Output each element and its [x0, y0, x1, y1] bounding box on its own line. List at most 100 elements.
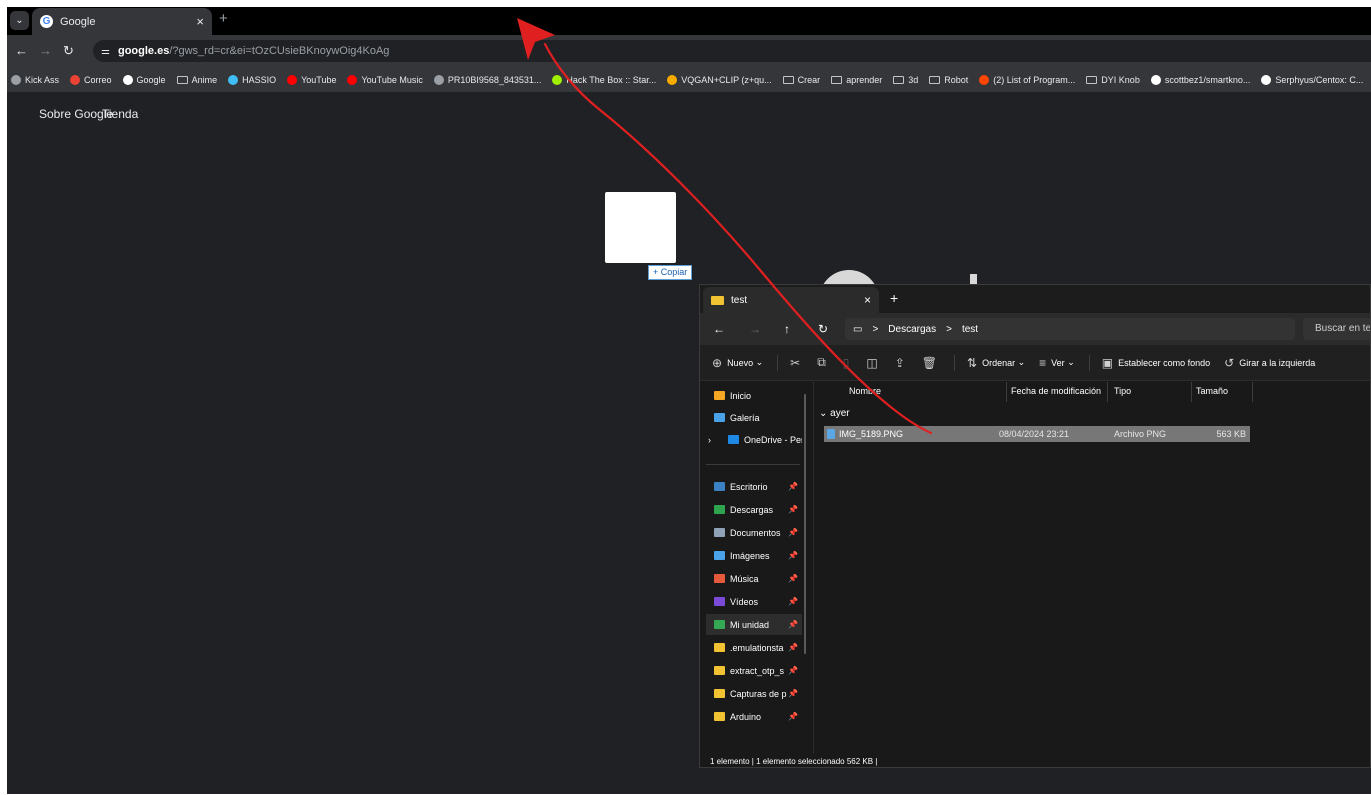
- column-header-type[interactable]: Tipo: [1114, 386, 1131, 396]
- bookmark-item[interactable]: DYI Knob: [1086, 75, 1140, 85]
- copy-icon[interactable]: ⧉: [817, 355, 826, 370]
- expand-chevron-icon[interactable]: ›: [708, 435, 711, 445]
- back-arrow-icon[interactable]: ←: [713, 322, 725, 336]
- nav-item[interactable]: › OneDrive - Perso: [706, 429, 802, 450]
- bookmark-item[interactable]: YouTube Music: [347, 75, 423, 85]
- pin-icon: 📌: [788, 666, 798, 675]
- column-divider[interactable]: [1191, 382, 1192, 402]
- forward-arrow-icon[interactable]: →: [39, 43, 52, 58]
- store-link[interactable]: Tienda: [102, 107, 138, 121]
- path-segment-test[interactable]: test: [962, 324, 978, 335]
- rotate-left-icon: ↺: [1224, 355, 1235, 370]
- bookmark-item[interactable]: Google: [122, 75, 166, 85]
- address-bar[interactable]: ⚌ google.es /?gws_rd=cr&ei=tOzCUsieBKnoy…: [93, 40, 1371, 62]
- view-button[interactable]: ≡ Ver ⌄: [1039, 356, 1075, 370]
- view-icon: ≡: [1039, 355, 1047, 370]
- new-tab-button[interactable]: +: [219, 10, 228, 27]
- nav-item[interactable]: .emulationsta 📌: [706, 637, 802, 658]
- bookmark-item[interactable]: Anime: [176, 75, 217, 85]
- nav-item[interactable]: Inicio: [706, 385, 802, 406]
- sort-button[interactable]: ⇅ Ordenar ⌄: [967, 356, 1025, 370]
- back-arrow-icon[interactable]: ←: [15, 43, 28, 58]
- tab-search-button[interactable]: ⌄: [10, 11, 29, 30]
- pin-icon: 📌: [788, 482, 798, 491]
- bookmark-item[interactable]: Crear: [782, 75, 820, 85]
- bookmark-item[interactable]: Correo: [70, 75, 112, 85]
- pin-icon: 📌: [788, 574, 798, 583]
- new-tab-button[interactable]: +: [890, 290, 898, 306]
- file-row[interactable]: IMG_5189.PNG 08/04/2024 23:21 Archivo PN…: [824, 426, 1250, 442]
- hackthebox-icon: [552, 75, 563, 85]
- nav-item[interactable]: Vídeos 📌: [706, 591, 802, 612]
- rename-icon[interactable]: ◫: [866, 356, 877, 370]
- folder-icon: [176, 76, 188, 84]
- nav-item-icon: [714, 666, 725, 675]
- bookmark-label: aprender: [846, 75, 883, 85]
- paste-icon[interactable]: ▯: [843, 356, 850, 370]
- delete-icon[interactable]: 🗑: [922, 356, 937, 370]
- explorer-tab-title: test: [731, 294, 748, 306]
- bookmark-item[interactable]: HASSIO: [228, 75, 276, 85]
- column-divider[interactable]: [1252, 382, 1253, 402]
- site-info-icon[interactable]: ⚌: [101, 46, 110, 57]
- bookmark-item[interactable]: VQGAN+CLIP (z+qu...: [667, 75, 772, 85]
- explorer-tab-test[interactable]: test ×: [703, 287, 879, 313]
- nav-item-label: Galería: [730, 412, 760, 423]
- bookmark-item[interactable]: Serphyus/Centox: C...: [1261, 75, 1363, 85]
- nav-item[interactable]: Arduino 📌: [706, 706, 802, 727]
- folder-icon: [711, 295, 724, 305]
- bookmark-label: Robot: [944, 75, 969, 85]
- nav-item[interactable]: Mi unidad 📌: [706, 614, 802, 635]
- close-tab-icon[interactable]: ×: [196, 14, 204, 29]
- nav-item[interactable]: Galería: [706, 407, 802, 428]
- reload-icon[interactable]: ↻: [63, 43, 74, 59]
- rotate-left-button[interactable]: ↺ Girar a la izquierda: [1224, 356, 1315, 370]
- browser-tab-google[interactable]: G Google ×: [32, 8, 212, 35]
- close-tab-icon[interactable]: ×: [864, 293, 871, 307]
- cut-icon[interactable]: ✂: [790, 356, 800, 370]
- column-header-size[interactable]: Tamaño: [1196, 386, 1228, 396]
- nav-item[interactable]: Descargas 📌: [706, 499, 802, 520]
- bookmark-label: HASSIO: [242, 75, 277, 85]
- divider: [954, 354, 956, 371]
- bookmark-item[interactable]: aprender: [831, 75, 882, 85]
- bookmark-item[interactable]: scottbez1/smartkno...: [1150, 75, 1250, 85]
- bookmark-item[interactable]: YouTube: [287, 75, 336, 85]
- bookmark-item[interactable]: Kick Ass: [11, 75, 59, 85]
- bookmark-item[interactable]: Robot: [929, 75, 968, 85]
- column-header-date[interactable]: Fecha de modificación: [1011, 386, 1101, 396]
- path-segment-descargas[interactable]: Descargas: [888, 324, 936, 335]
- nav-item[interactable]: Imágenes 📌: [706, 545, 802, 566]
- png-file-icon: [827, 429, 835, 439]
- forward-arrow-icon[interactable]: →: [749, 322, 761, 336]
- refresh-icon[interactable]: ↻: [818, 322, 828, 336]
- nav-item[interactable]: Música 📌: [706, 568, 802, 589]
- nav-item[interactable]: Escritorio 📌: [706, 476, 802, 497]
- set-background-button[interactable]: ▣ Establecer como fondo: [1102, 356, 1210, 370]
- nav-item[interactable]: Capturas de p 📌: [706, 683, 802, 704]
- file-date: 08/04/2024 23:21: [999, 429, 1070, 439]
- new-button[interactable]: ⊕ Nuevo ⌄: [712, 356, 763, 370]
- bookmark-item[interactable]: PR10BI9568_843531...: [433, 75, 541, 85]
- nav-item[interactable]: extract_otp_s 📌: [706, 660, 802, 681]
- group-header-ayer[interactable]: ⌄ ayer: [819, 408, 850, 419]
- nav-item-label: Vídeos: [730, 596, 759, 607]
- column-divider[interactable]: [1006, 382, 1007, 402]
- folder-icon: [1086, 76, 1098, 84]
- explorer-search-input[interactable]: Buscar en test: [1303, 318, 1370, 340]
- bookmark-item[interactable]: Hack The Box :: Star...: [552, 75, 656, 85]
- bookmark-item[interactable]: (2) List of Program...: [979, 75, 1075, 85]
- nav-item-label: Capturas de p: [730, 688, 787, 699]
- nav-item-icon: [728, 435, 739, 444]
- bookmark-item[interactable]: 3d: [893, 75, 918, 85]
- share-icon[interactable]: ⇪: [895, 356, 905, 370]
- explorer-path-bar[interactable]: ▭ > Descargas > test: [845, 318, 1295, 340]
- column-header-name[interactable]: Nombre: [849, 386, 881, 396]
- nav-item-label: Escritorio: [730, 481, 768, 492]
- nav-scrollbar[interactable]: [804, 394, 806, 654]
- globe-icon: [11, 75, 21, 85]
- explorer-command-bar: ⊕ Nuevo ⌄ ✂ ⧉ ▯ ◫ ⇪ 🗑 ⇅ Ordenar ⌄ ≡ Ver ⌄ ▣…: [700, 345, 1370, 381]
- up-arrow-icon[interactable]: ↑: [784, 322, 790, 336]
- nav-item[interactable]: Documentos 📌: [706, 522, 802, 543]
- column-divider[interactable]: [1107, 382, 1108, 402]
